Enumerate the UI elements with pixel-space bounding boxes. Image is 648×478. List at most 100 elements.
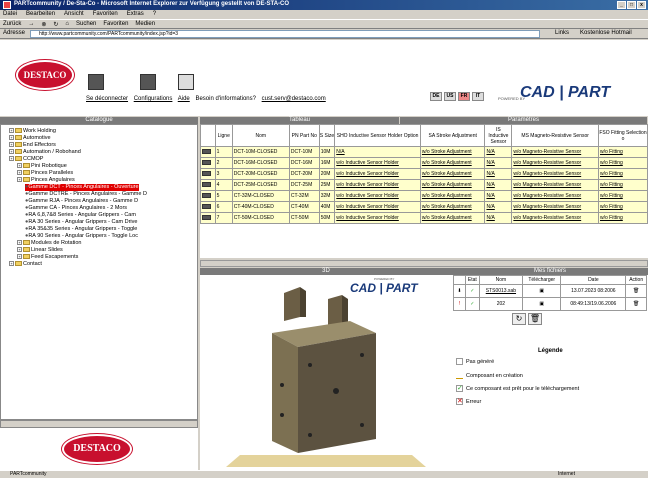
table-cell[interactable]: w/o Stroke Adjustment <box>419 212 486 224</box>
tree-node[interactable]: + Linear Slides <box>17 247 63 254</box>
tree-node[interactable]: + Pini Robotique <box>17 163 67 170</box>
expand-icon[interactable]: + <box>17 170 22 176</box>
expand-icon[interactable]: + <box>9 128 14 134</box>
table-cell[interactable]: w/o Inductive Sensor Holder <box>334 190 421 202</box>
table-cell[interactable]: w/o Stroke Adjustment <box>419 157 486 169</box>
expand-icon[interactable]: + <box>9 261 14 267</box>
table-row[interactable]: 1 DCT-10M-CLOSED DCT-10M 10M N/A w/o Stroke A… <box>200 146 648 158</box>
table-cell[interactable]: w/o Fitting <box>598 179 648 191</box>
delete-icon[interactable]: 🗑 <box>625 284 647 298</box>
download-file-icon[interactable]: ▣ <box>522 284 562 298</box>
table-cell[interactable]: w/o Inductive Sensor Holder <box>334 157 421 169</box>
table-cell[interactable]: w/o Stroke Adjustment <box>419 146 486 158</box>
row-select-icon[interactable] <box>200 190 216 202</box>
table-cell[interactable]: N/A <box>484 146 513 158</box>
expand-icon[interactable]: + <box>9 142 14 148</box>
table-cell[interactable]: w/o Stroke Adjustment <box>419 201 486 213</box>
delete-icon[interactable]: 🗑 <box>625 297 647 311</box>
table-cell[interactable]: w/o Magneto-Resistive Sensor <box>511 157 599 169</box>
tree-node[interactable]: + CCMOP <box>9 156 43 163</box>
expand-icon[interactable]: + <box>9 149 14 155</box>
stop-icon[interactable]: ⊗ <box>41 21 46 28</box>
row-select-icon[interactable] <box>200 179 216 191</box>
table-cell[interactable]: w/o Magneto-Resistive Sensor <box>511 201 599 213</box>
flag-us[interactable]: US <box>444 92 456 101</box>
tree-node[interactable]: ●Gamme DCTRE - Pinces Angulaires - Gamme… <box>25 191 147 198</box>
table-cell[interactable]: w/o Fitting <box>598 168 648 180</box>
flag-it[interactable]: IT <box>472 92 484 101</box>
table-cell[interactable]: w/o Fitting <box>598 201 648 213</box>
table-cell[interactable]: w/o Inductive Sensor Holder <box>334 179 421 191</box>
table-row[interactable]: 6 CT-40M-CLOSED CT-40M 40M w/o Inductive Sen… <box>200 201 648 213</box>
tree-node[interactable]: + End Effectors <box>9 142 56 149</box>
row-select-icon[interactable] <box>200 146 216 158</box>
download-icon[interactable]: ⬇ <box>453 284 466 298</box>
tree-node[interactable]: ●RA 6,8,7&8 Series - Angular Grippers - … <box>25 212 136 219</box>
tree-node[interactable]: ●Gamme DCT - Pinces Angulaires - Ouvertu… <box>25 184 139 191</box>
table-cell[interactable]: w/o Magneto-Resistive Sensor <box>511 168 599 180</box>
row-select-icon[interactable] <box>200 201 216 213</box>
table-cell[interactable]: w/o Magneto-Resistive Sensor <box>511 212 599 224</box>
forward-icon[interactable]: → <box>28 21 34 28</box>
minimize-button[interactable]: _ <box>617 1 626 9</box>
maximize-button[interactable]: □ <box>627 1 636 9</box>
favorites-button[interactable]: Favoriten <box>103 21 128 28</box>
table-cell[interactable]: w/o Inductive Sensor Holder <box>334 168 421 180</box>
table-cell[interactable]: w/o Fitting <box>598 157 648 169</box>
table-cell[interactable]: w/o Stroke Adjustment <box>419 190 486 202</box>
expand-icon[interactable]: + <box>9 135 14 141</box>
expand-icon[interactable]: + <box>9 156 14 162</box>
configurations-link[interactable]: Configurations <box>134 96 173 102</box>
menu-item[interactable]: Extras <box>127 11 144 19</box>
tree-node[interactable]: + Contact <box>9 261 42 268</box>
download-file-icon[interactable]: ▣ <box>522 297 562 311</box>
trash-icon[interactable]: 🗑 <box>528 313 542 325</box>
menu-item[interactable]: Favoriten <box>93 11 118 19</box>
email-link[interactable]: cust.serv@destaco.com <box>262 96 326 102</box>
table-cell[interactable]: w/o Stroke Adjustment <box>419 179 486 191</box>
tree-node[interactable]: + Work Holding <box>9 128 56 135</box>
menu-item[interactable]: Datei <box>3 11 17 19</box>
hotmail-link[interactable]: Kostenlose Hotmail <box>580 30 632 36</box>
table-cell[interactable]: w/o Magneto-Resistive Sensor <box>511 190 599 202</box>
refresh-icon[interactable]: ↻ <box>53 21 58 28</box>
tree-node[interactable]: ●RA 35&35 Series - Angular Grippers - To… <box>25 226 137 233</box>
back-button[interactable]: Zurück <box>3 21 21 28</box>
table-row[interactable]: 4 DCT-25M-CLOSED DCT-25M 25M w/o Inductive S… <box>200 179 648 191</box>
flag-de[interactable]: DE <box>430 92 442 101</box>
tree-node[interactable]: ●RA 30 Series - Angular Grippers - Cam D… <box>25 219 137 226</box>
table-row[interactable]: 2 DCT-16M-CLOSED DCT-16M 16M w/o Inductive S… <box>200 157 648 169</box>
tree-node[interactable]: + Automotive <box>9 135 51 142</box>
address-input[interactable]: http://www.partcommunity.com/PARTcommuni… <box>30 30 540 38</box>
media-button[interactable]: Medien <box>135 21 155 28</box>
tree-node[interactable]: + Feed Escapements <box>17 254 78 261</box>
table-cell[interactable]: N/A <box>484 157 513 169</box>
tree-node[interactable]: + Modules de Rotation <box>17 240 81 247</box>
menu-item[interactable]: Bearbeiten <box>26 11 55 19</box>
tree-node[interactable]: + Pinces Angulaires <box>17 177 75 184</box>
table-cell[interactable]: w/o Stroke Adjustment <box>419 168 486 180</box>
table-row[interactable]: 7 CT-50M-CLOSED CT-50M 50M w/o Inductive Sen… <box>200 212 648 224</box>
expand-icon[interactable]: + <box>17 240 22 246</box>
menu-item[interactable]: ? <box>153 11 156 19</box>
row-select-icon[interactable] <box>200 212 216 224</box>
configurations-icon[interactable] <box>140 74 156 90</box>
logout-icon[interactable] <box>88 74 104 90</box>
table-cell[interactable]: w/o Inductive Sensor Holder <box>334 212 421 224</box>
expand-icon[interactable]: + <box>17 254 22 260</box>
search-button[interactable]: Suchen <box>76 21 96 28</box>
home-icon[interactable]: ⌂ <box>65 21 69 28</box>
table-cell[interactable]: w/o Inductive Sensor Holder <box>334 201 421 213</box>
table-cell[interactable]: w/o Magneto-Resistive Sensor <box>511 179 599 191</box>
table-cell[interactable]: N/A <box>484 190 513 202</box>
table-cell[interactable]: w/o Fitting <box>598 146 648 158</box>
table-scrollbar[interactable] <box>200 260 648 267</box>
refresh-icon[interactable]: ↻ <box>512 313 526 325</box>
links-label[interactable]: Links <box>555 30 569 36</box>
table-cell[interactable]: w/o Fitting <box>598 212 648 224</box>
file-name[interactable]: STS0013.sab <box>478 284 524 298</box>
table-cell[interactable]: N/A <box>334 146 421 158</box>
help-link[interactable]: Aide <box>178 96 190 102</box>
menu-item[interactable]: Ansicht <box>64 11 84 19</box>
3d-viewer[interactable]: POWERED BY CAD | PART <box>200 275 452 470</box>
